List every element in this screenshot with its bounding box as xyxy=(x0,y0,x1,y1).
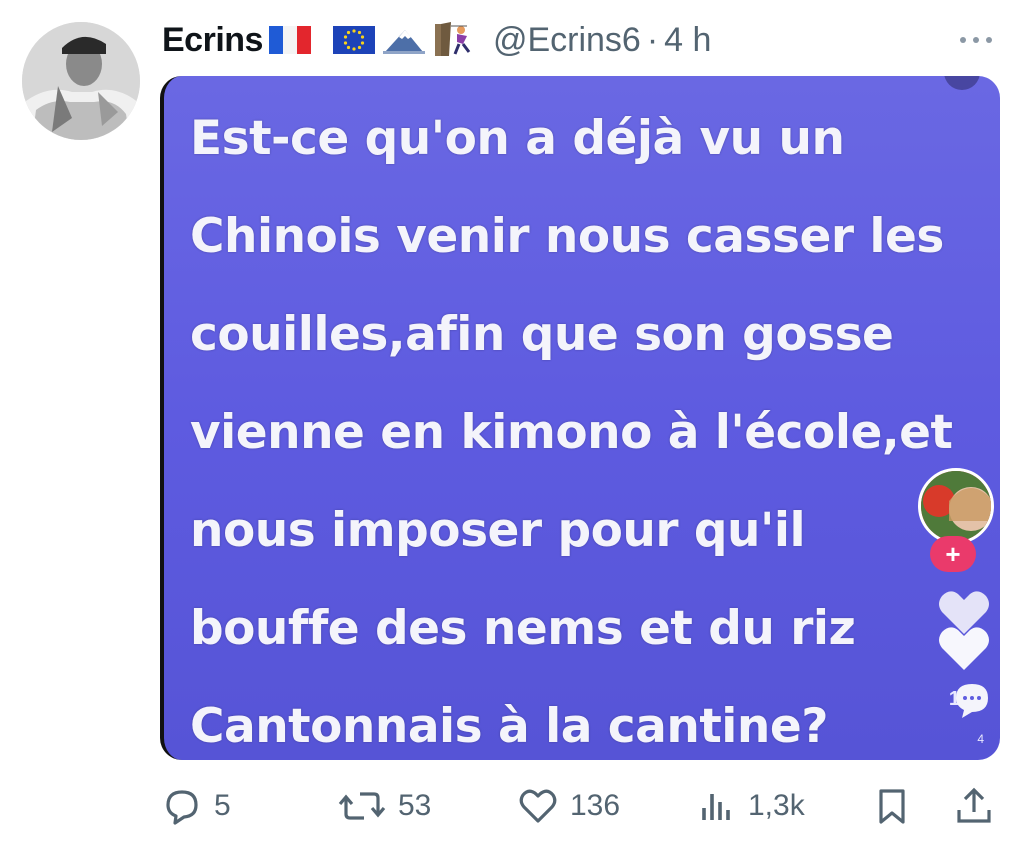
bookmark-button[interactable] xyxy=(872,778,912,834)
video-comment-count: 4 xyxy=(977,732,984,746)
bookmark-icon xyxy=(879,789,905,824)
author-display-name[interactable]: Ecrins xyxy=(162,21,263,60)
avatar-photo xyxy=(22,22,140,140)
retweet-button[interactable]: 53 xyxy=(338,778,431,834)
mountain-icon xyxy=(382,30,425,54)
comment-overlay-icon xyxy=(956,684,988,718)
media-text-line: vienne en kimono à l'école,et xyxy=(190,405,953,460)
media-text-line: Est-ce qu'on a déjà vu un xyxy=(190,111,845,166)
tweet-media[interactable]: Est-ce qu'on a déjà vu un Chinois venir … xyxy=(160,76,1000,760)
views-button[interactable]: 1,3k xyxy=(696,778,805,834)
author-badges xyxy=(268,22,475,58)
more-options-button[interactable] xyxy=(956,20,996,60)
video-creator-avatar xyxy=(918,468,994,544)
tweet-action-bar: 5 53 136 1,3k xyxy=(162,778,1002,834)
heart-icon xyxy=(519,789,557,823)
reply-button[interactable]: 5 xyxy=(162,778,231,834)
tweet-timestamp[interactable]: 4 h xyxy=(664,21,711,60)
reply-count: 5 xyxy=(214,789,231,822)
media-corner-shadow xyxy=(944,76,980,90)
heart-overlay-icon xyxy=(939,627,989,670)
more-dots-icon xyxy=(960,37,992,43)
media-text-line: Chinois venir nous casser les xyxy=(190,209,944,264)
media-text-line: bouffe des nems et du riz xyxy=(190,601,856,656)
view-count: 1,3k xyxy=(748,789,805,822)
retweet-count: 53 xyxy=(398,789,432,822)
share-button[interactable] xyxy=(954,778,994,834)
like-count: 136 xyxy=(570,789,621,822)
analytics-icon xyxy=(702,794,730,820)
media-caption-text: Est-ce qu'on a déjà vu un Chinois venir … xyxy=(190,90,1000,760)
climber-icon xyxy=(434,22,471,56)
share-icon xyxy=(957,787,991,823)
follow-plus-icon: + xyxy=(930,536,976,572)
retweet-icon xyxy=(338,792,386,820)
eu-flag-icon xyxy=(332,26,375,54)
media-text-line: Cantonnais à la cantine? xyxy=(190,699,829,754)
author-handle[interactable]: @Ecrins6 xyxy=(493,21,641,60)
author-avatar[interactable] xyxy=(22,22,140,140)
tweet-header: Ecrins @Ecrins6 · 4 h xyxy=(162,14,1002,66)
like-button[interactable]: 136 xyxy=(518,778,620,834)
media-text-line: nous imposer pour qu'il xyxy=(190,503,806,558)
reply-icon xyxy=(166,790,198,825)
media-text-line: couilles,afin que son gosse xyxy=(190,307,894,362)
header-separator: · xyxy=(646,20,659,59)
france-flag-icon xyxy=(268,26,311,54)
